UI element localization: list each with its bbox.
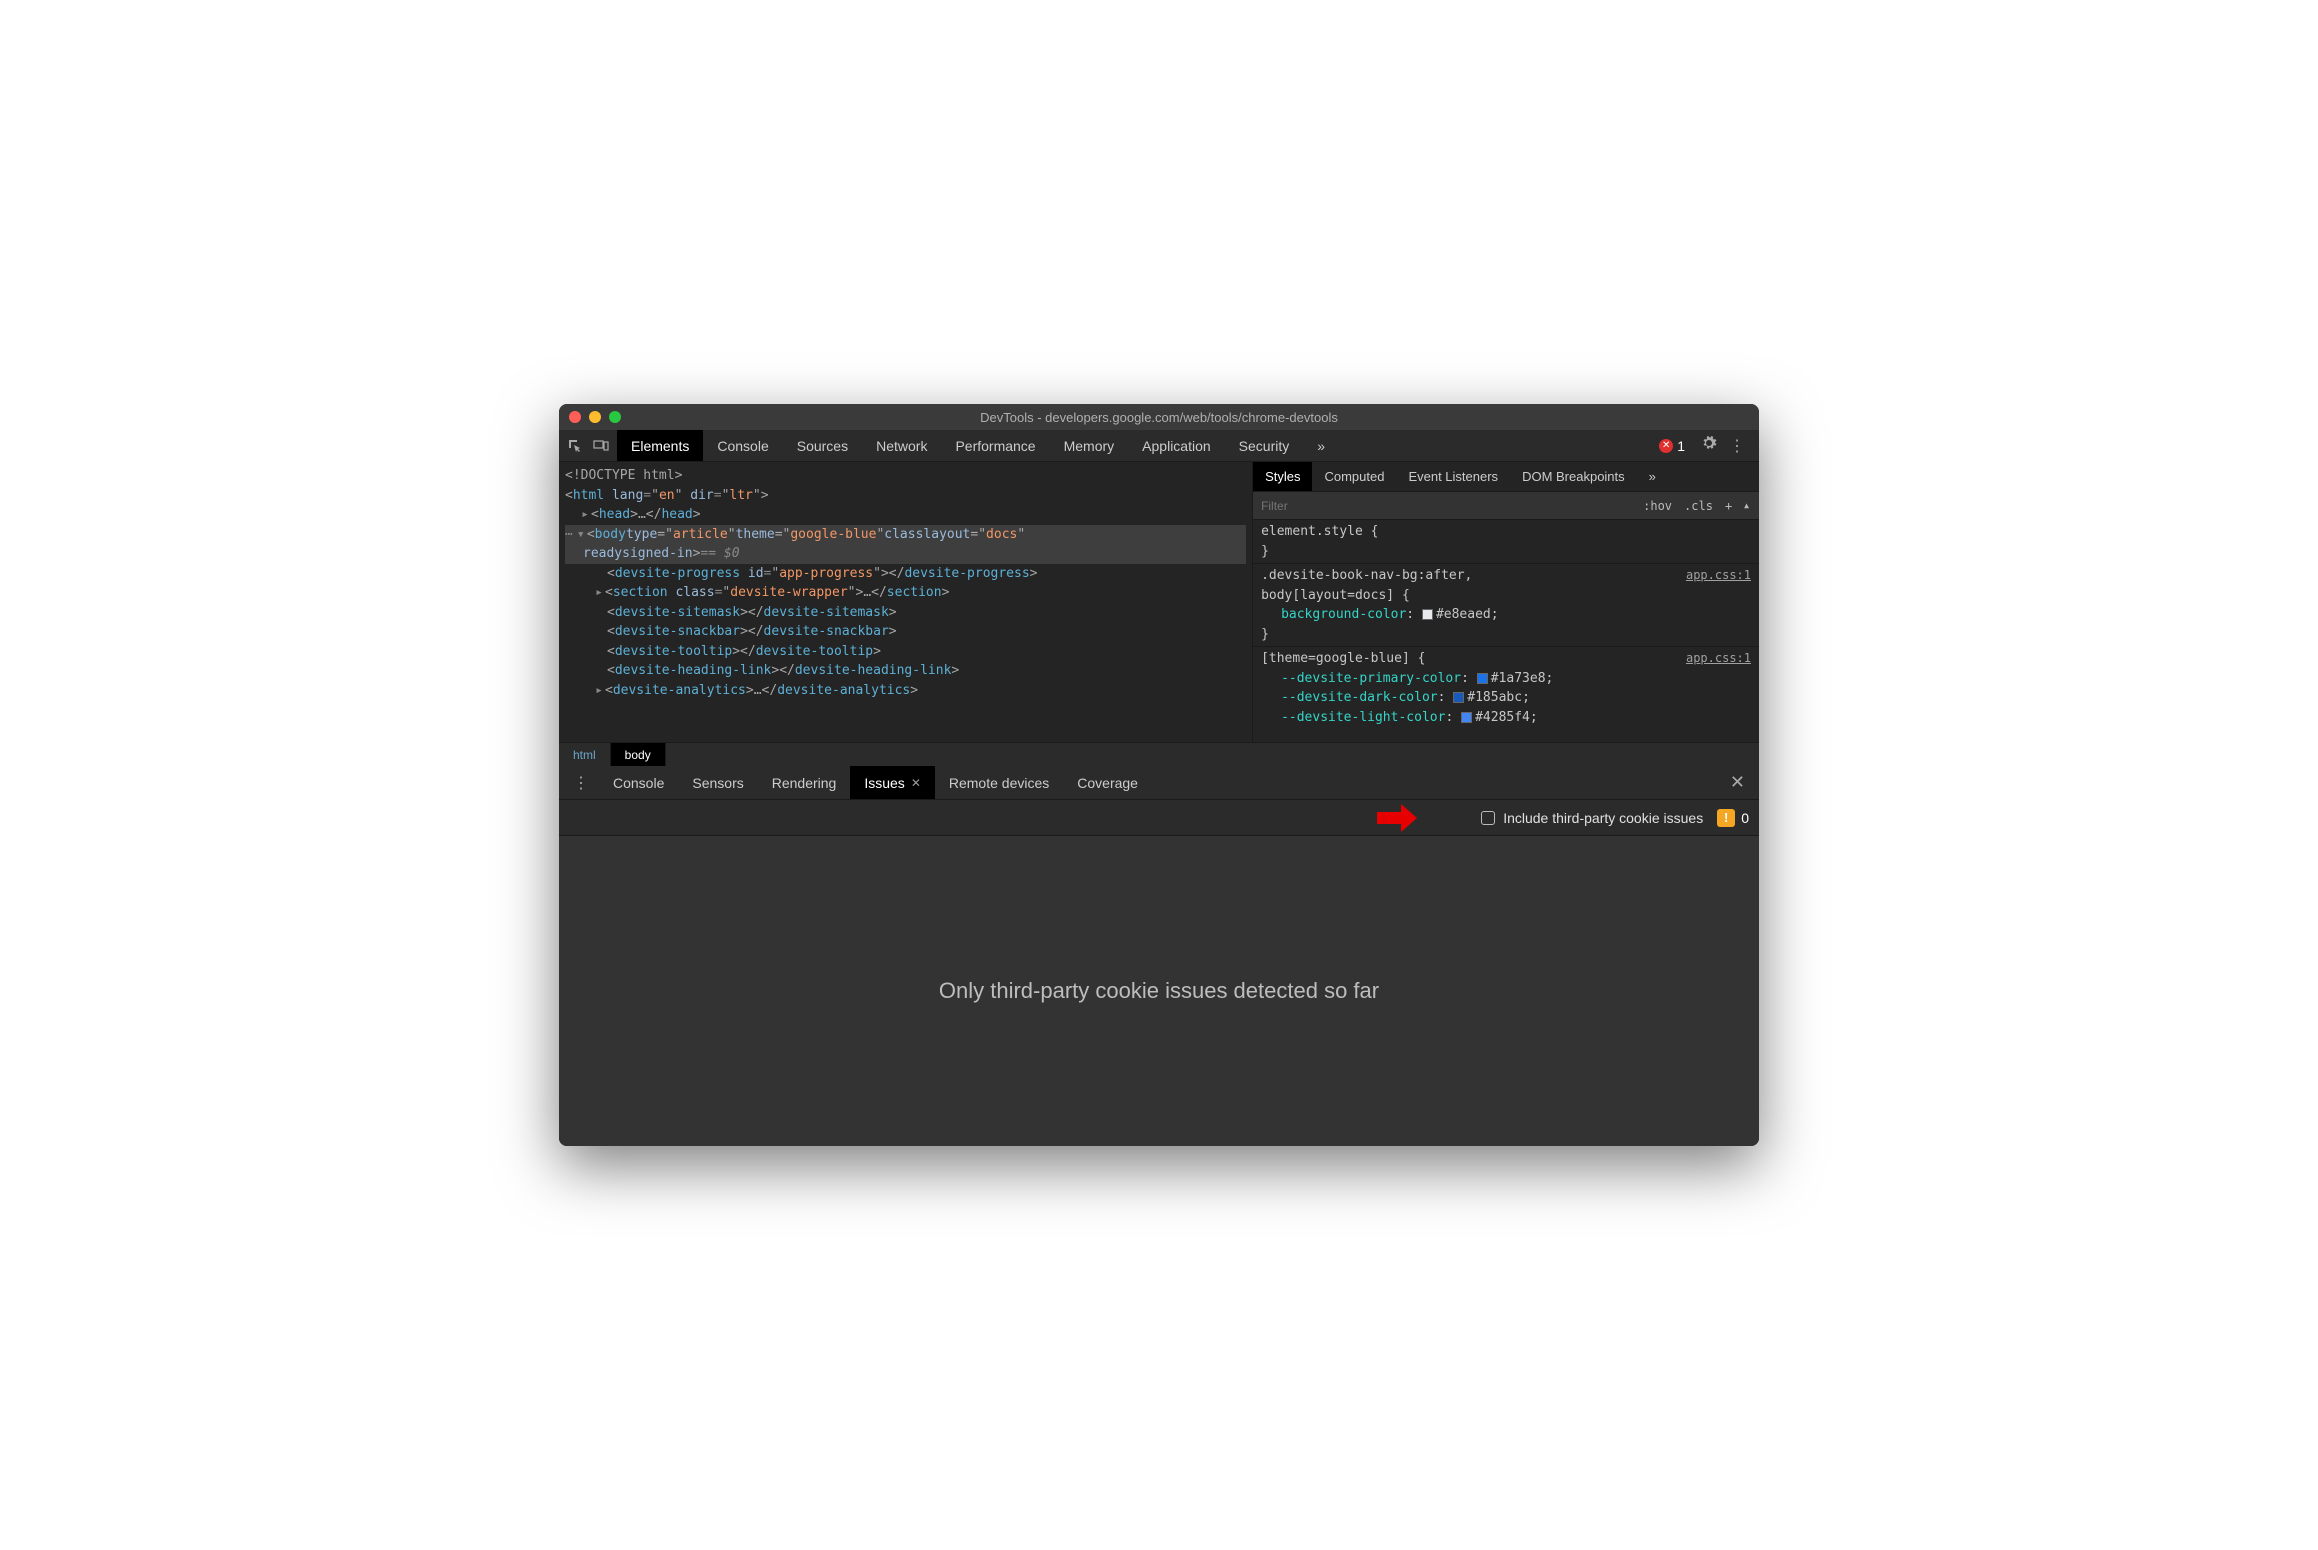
dom-line[interactable]: <devsite-sitemask></devsite-sitemask> <box>565 603 1246 623</box>
css-property-line[interactable]: --devsite-primary-color: #1a73e8; <box>1261 669 1751 689</box>
device-toggle-icon[interactable] <box>593 438 609 454</box>
tab-network[interactable]: Network <box>862 430 941 461</box>
include-third-party-checkbox[interactable] <box>1481 811 1495 825</box>
css-property-line[interactable]: --devsite-dark-color: #185abc; <box>1261 688 1751 708</box>
settings-gear-icon[interactable] <box>1695 435 1723 456</box>
error-count: 1 <box>1677 438 1685 454</box>
css-property-line[interactable]: background-color: #e8eaed; <box>1261 605 1751 625</box>
main-tabs: Elements Console Sources Network Perform… <box>617 430 1339 461</box>
styles-tabs: Styles Computed Event Listeners DOM Brea… <box>1253 462 1759 492</box>
close-icon[interactable]: ✕ <box>911 776 921 790</box>
drawer-toolbar: Include third-party cookie issues ! 0 <box>559 800 1759 836</box>
window-title: DevTools - developers.google.com/web/too… <box>559 410 1759 425</box>
dom-line[interactable]: <devsite-tooltip></devsite-tooltip> <box>565 642 1246 662</box>
dom-line[interactable]: <!DOCTYPE html> <box>565 466 1246 486</box>
selector-text: [theme=google-blue] { <box>1261 649 1751 669</box>
inspect-icon[interactable] <box>567 438 583 454</box>
rule-source-link[interactable]: app.css:1 <box>1686 649 1751 667</box>
devtools-window: DevTools - developers.google.com/web/too… <box>559 404 1759 1146</box>
annotation-arrow-icon <box>1375 802 1419 839</box>
drawer-more-icon[interactable]: ⋮ <box>563 773 599 793</box>
tab-console[interactable]: Console <box>703 430 782 461</box>
brace-close: } <box>1261 625 1751 645</box>
styles-tabs-overflow[interactable]: » <box>1637 462 1668 491</box>
drawer-tab-sensors[interactable]: Sensors <box>678 766 757 799</box>
rule-block[interactable]: app.css:1 .devsite-book-nav-bg:after, bo… <box>1253 564 1759 647</box>
tab-performance[interactable]: Performance <box>941 430 1049 461</box>
dom-selected-line-2[interactable]: ready signed-in> == $0 <box>565 544 1246 564</box>
styles-body[interactable]: element.style { } app.css:1 .devsite-boo… <box>1253 520 1759 742</box>
hov-toggle[interactable]: :hov <box>1639 499 1676 513</box>
dom-line[interactable]: <devsite-snackbar></devsite-snackbar> <box>565 622 1246 642</box>
dom-line[interactable]: ▸<head>…</head> <box>565 505 1246 525</box>
styles-tab-breakpoints[interactable]: DOM Breakpoints <box>1510 462 1637 491</box>
empty-state-message: Only third-party cookie issues detected … <box>939 978 1379 1004</box>
tab-elements[interactable]: Elements <box>617 430 703 461</box>
tab-memory[interactable]: Memory <box>1050 430 1129 461</box>
drawer-tab-label: Issues <box>864 775 904 791</box>
dom-line[interactable]: ▸<section class="devsite-wrapper">…</sec… <box>565 583 1246 603</box>
color-swatch-icon[interactable] <box>1422 609 1433 620</box>
drawer-tab-coverage[interactable]: Coverage <box>1063 766 1152 799</box>
scroll-indicator-icon: ▲ <box>1740 501 1753 510</box>
color-swatch-icon[interactable] <box>1453 692 1464 703</box>
more-menu-icon[interactable]: ⋮ <box>1723 436 1751 456</box>
color-swatch-icon[interactable] <box>1477 673 1488 684</box>
css-property-line[interactable]: --devsite-light-color: #4285f4; <box>1261 708 1751 728</box>
breadcrumb: html body <box>559 742 1759 766</box>
include-third-party-row: Include third-party cookie issues <box>1481 810 1703 826</box>
styles-filter-bar: :hov .cls + ▲ <box>1253 492 1759 520</box>
crumb-body[interactable]: body <box>611 743 666 766</box>
main-area: <!DOCTYPE html> <html lang="en" dir="ltr… <box>559 462 1759 742</box>
styles-panel: Styles Computed Event Listeners DOM Brea… <box>1252 462 1759 742</box>
titlebar: DevTools - developers.google.com/web/too… <box>559 404 1759 430</box>
issues-badge-icon[interactable]: ! <box>1717 809 1735 827</box>
issues-count: 0 <box>1741 810 1749 826</box>
new-style-rule-icon[interactable]: + <box>1721 499 1736 513</box>
styles-tab-listeners[interactable]: Event Listeners <box>1396 462 1510 491</box>
elements-panel[interactable]: <!DOCTYPE html> <html lang="en" dir="ltr… <box>559 462 1252 742</box>
dom-line[interactable]: <devsite-progress id="app-progress"></de… <box>565 564 1246 584</box>
drawer-close-icon[interactable]: ✕ <box>1720 772 1755 793</box>
include-third-party-label: Include third-party cookie issues <box>1503 810 1703 826</box>
tab-application[interactable]: Application <box>1128 430 1225 461</box>
rule-element-style[interactable]: element.style { } <box>1253 520 1759 564</box>
error-badge-icon[interactable]: ✕ <box>1659 439 1673 453</box>
styles-filter-input[interactable] <box>1253 499 1639 513</box>
dom-line[interactable]: ▸<devsite-analytics>…</devsite-analytics… <box>565 681 1246 701</box>
selector-text: element.style { <box>1261 522 1751 542</box>
drawer-tab-console[interactable]: Console <box>599 766 678 799</box>
drawer-tab-rendering[interactable]: Rendering <box>758 766 851 799</box>
main-toolbar: Elements Console Sources Network Perform… <box>559 430 1759 462</box>
rule-source-link[interactable]: app.css:1 <box>1686 566 1751 584</box>
dom-line[interactable]: <html lang="en" dir="ltr"> <box>565 486 1246 506</box>
drawer-tab-issues[interactable]: Issues ✕ <box>850 766 935 799</box>
rule-block[interactable]: app.css:1 [theme=google-blue] { --devsit… <box>1253 647 1759 729</box>
color-swatch-icon[interactable] <box>1461 712 1472 723</box>
dom-line[interactable]: <devsite-heading-link></devsite-heading-… <box>565 661 1246 681</box>
drawer-tabs: ⋮ Console Sensors Rendering Issues ✕ Remo… <box>559 766 1759 800</box>
tab-security[interactable]: Security <box>1225 430 1304 461</box>
selector-text: body[layout=docs] { <box>1261 586 1751 606</box>
styles-tab-computed[interactable]: Computed <box>1312 462 1396 491</box>
crumb-html[interactable]: html <box>559 743 611 766</box>
selector-text: .devsite-book-nav-bg:after, <box>1261 566 1751 586</box>
drawer-tab-remote-devices[interactable]: Remote devices <box>935 766 1063 799</box>
brace-close: } <box>1261 542 1751 562</box>
styles-tab-styles[interactable]: Styles <box>1253 462 1312 491</box>
tabs-overflow[interactable]: » <box>1303 430 1339 461</box>
cls-toggle[interactable]: .cls <box>1680 499 1717 513</box>
drawer-body: Only third-party cookie issues detected … <box>559 836 1759 1146</box>
dom-selected-line[interactable]: ⋯▾<body type="article" theme="google-blu… <box>565 525 1246 545</box>
tab-sources[interactable]: Sources <box>783 430 862 461</box>
drawer: ⋮ Console Sensors Rendering Issues ✕ Remo… <box>559 766 1759 1146</box>
